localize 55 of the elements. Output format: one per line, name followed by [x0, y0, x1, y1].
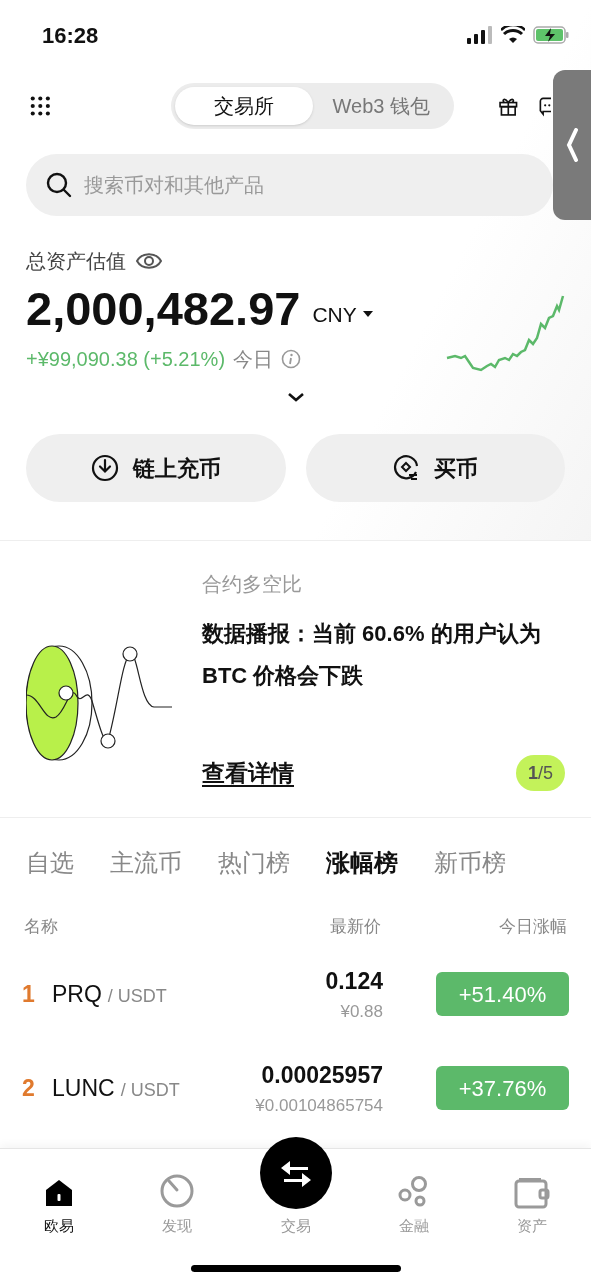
base-symbol: PRQ [52, 979, 102, 1009]
wallet-icon [513, 1176, 550, 1209]
rank-number: 2 [22, 1073, 36, 1103]
column-header: 最新价 [329, 916, 381, 939]
segment-tab[interactable]: 交易所 [174, 87, 313, 125]
side-drawer-handle[interactable] [553, 70, 591, 220]
change-badge: +37.76% [436, 1066, 569, 1110]
period-label: 今日 [233, 347, 274, 372]
download-icon [90, 454, 119, 482]
daily-change: +¥99,090.38 (+5.21%) [26, 347, 226, 372]
promo-text: 数据播报：当前 60.6% 的用户认为 BTC 价格会下跌 [202, 620, 542, 690]
market-tab[interactable]: 涨幅榜 [326, 844, 398, 881]
battery-icon [533, 26, 569, 44]
search-icon [46, 172, 72, 198]
chevron-down-icon[interactable] [286, 392, 305, 402]
market-tab[interactable]: 主流币 [110, 844, 182, 881]
rank-number: 1 [22, 979, 36, 1009]
caret-icon [362, 311, 373, 318]
price-cny: ¥0.00104865754 [255, 1094, 383, 1117]
chevron-left-icon [566, 128, 578, 162]
details-link[interactable]: 查看详情 [202, 755, 294, 791]
quote-symbol: / USDT [107, 984, 167, 1008]
action-button[interactable]: 链上充币 [26, 434, 286, 502]
last-price: 0.124 [325, 967, 383, 996]
action-button[interactable]: 买币 [305, 434, 565, 502]
price-cny: ¥0.88 [340, 1000, 383, 1023]
last-price: 0.00025957 [261, 1061, 383, 1090]
coin-icon [392, 454, 421, 482]
timer-icon [159, 1172, 196, 1209]
eye-icon[interactable] [136, 251, 162, 271]
nav-tab[interactable]: 交易 [236, 1123, 355, 1237]
info-icon[interactable] [281, 349, 302, 369]
market-tab[interactable]: 自选 [26, 844, 74, 881]
market-tab[interactable]: 新币榜 [434, 844, 506, 881]
wifi-icon [501, 26, 525, 44]
nav-tab[interactable]: 发现 [118, 1165, 237, 1237]
market-tab[interactable]: 热门榜 [218, 844, 290, 881]
quote-symbol: / USDT [120, 1078, 180, 1102]
search-bar[interactable]: 搜索币对和其他产品 [26, 154, 553, 216]
currency-selector[interactable]: CNY [312, 298, 373, 330]
nav-tab[interactable]: 资产 [472, 1165, 591, 1237]
nav-tab[interactable]: 欧易 [0, 1165, 119, 1237]
column-header: 今日涨幅 [498, 916, 567, 939]
signal-icon [467, 26, 493, 44]
status-time: 16:28 [42, 21, 99, 50]
page-indicator: 1/5 [515, 755, 565, 791]
change-badge: +51.40% [436, 972, 569, 1016]
promo-category: 合约多空比 [202, 572, 303, 597]
total-assets-value: 2,000,482.97 [26, 281, 301, 337]
search-field[interactable]: 搜索币对和其他产品 [84, 170, 484, 200]
total-assets-label: 总资产估值 [26, 249, 126, 274]
nav-tab[interactable]: 金融 [354, 1165, 473, 1237]
column-header: 名称 [24, 916, 59, 939]
segment-tab[interactable]: Web3 钱包 [312, 87, 451, 125]
base-symbol: LUNC [52, 1073, 115, 1103]
